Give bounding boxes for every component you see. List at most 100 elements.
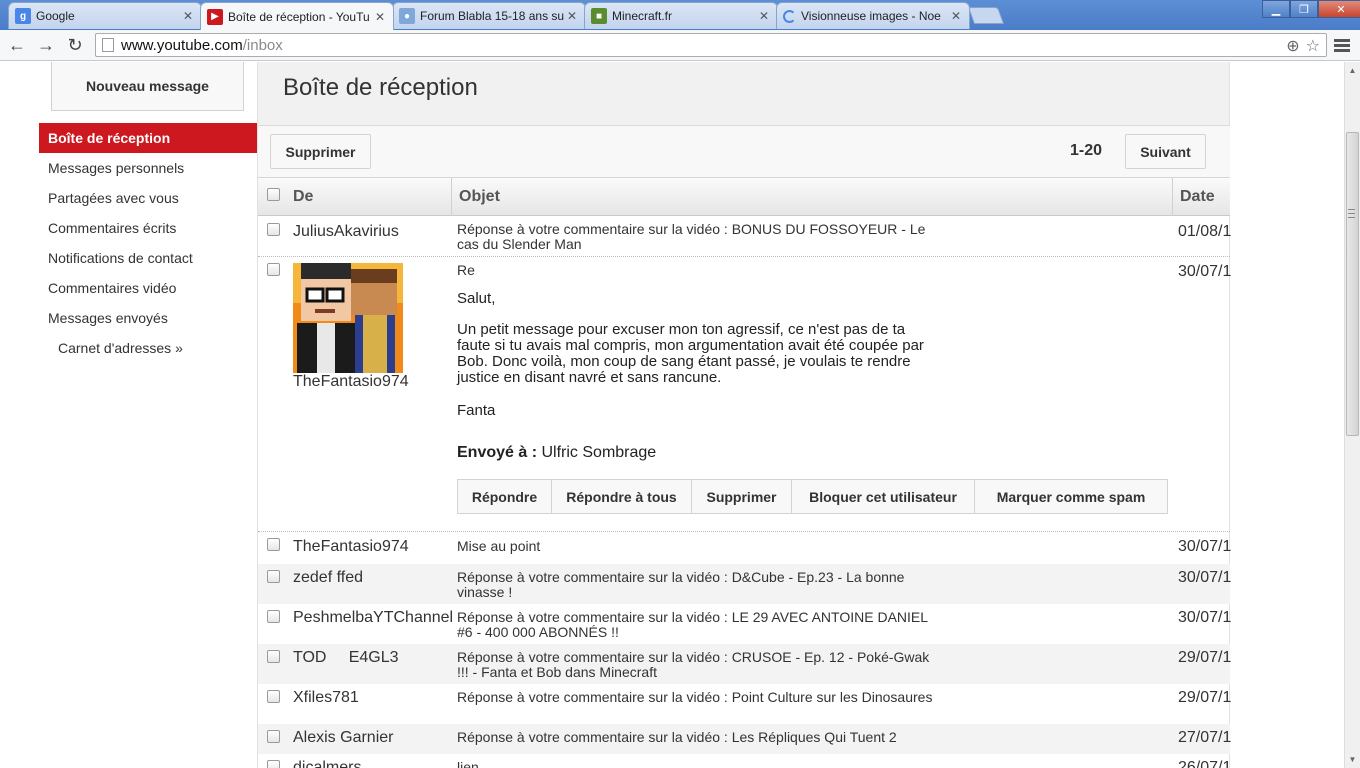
page-scrollbar[interactable]: ▲ ▼ <box>1344 62 1360 768</box>
row-checkbox[interactable] <box>267 730 280 743</box>
expanded-message: TheFantasio974 Re 30/07/1 Salut, Un peti… <box>258 256 1231 532</box>
sidebar-item-video-comments[interactable]: Commentaires vidéo <box>39 273 257 303</box>
sidebar: Nouveau message Boîte de réception Messa… <box>0 62 257 768</box>
row-subject[interactable]: Réponse à votre commentaire sur la vidéo… <box>457 650 937 680</box>
window-controls: ▁ ❐ ✕ <box>1262 0 1360 18</box>
column-date[interactable]: Date <box>1172 178 1230 216</box>
table-row[interactable]: Xfiles781 Réponse à votre commentaire su… <box>258 684 1231 724</box>
row-from[interactable]: TOD E4GL3 <box>293 649 399 667</box>
row-date: 30/07/1 <box>1178 609 1232 626</box>
forum-favicon-icon: ● <box>399 8 415 24</box>
tab-forum[interactable]: ● Forum Blabla 15-18 ans su ✕ <box>392 2 586 29</box>
scroll-up-icon[interactable]: ▲ <box>1345 62 1360 78</box>
table-row[interactable]: PeshmelbaYTChannel Réponse à votre comme… <box>258 604 1232 644</box>
next-page-button[interactable]: Suivant <box>1125 134 1206 169</box>
new-tab-button[interactable] <box>967 7 1005 24</box>
tab-inbox[interactable]: ▶ Boîte de réception - YouTu ✕ <box>200 2 394 30</box>
row-checkbox[interactable] <box>267 263 280 276</box>
row-checkbox[interactable] <box>267 570 280 583</box>
table-row[interactable]: JuliusAkavirius Réponse à votre commenta… <box>258 216 1231 256</box>
sidebar-item-written-comments[interactable]: Commentaires écrits <box>39 213 257 243</box>
delete-button[interactable]: Supprimer <box>270 134 371 169</box>
tab-visionneuse[interactable]: Visionneuse images - Noe ✕ <box>776 2 970 29</box>
reply-all-button[interactable]: Répondre à tous <box>552 480 692 513</box>
tab-google[interactable]: g Google ✕ <box>8 2 202 29</box>
row-date: 30/07/1 <box>1178 569 1232 586</box>
bookmark-star-icon[interactable]: ☆ <box>1306 36 1320 56</box>
inbox-panel: Boîte de réception Supprimer 1-20 Suivan… <box>257 62 1232 768</box>
tab-title: Forum Blabla 15-18 ans su <box>420 9 565 23</box>
reload-icon[interactable]: ↻ <box>63 34 87 56</box>
sent-to-recipient[interactable]: Ulfric Sombrage <box>541 444 656 461</box>
new-message-button[interactable]: Nouveau message <box>51 62 244 111</box>
menu-icon[interactable] <box>1334 39 1350 52</box>
forward-arrow-icon[interactable]: → <box>34 34 58 56</box>
url-host: www.youtube.com <box>121 36 243 54</box>
tab-title: Boîte de réception - YouTu <box>228 9 370 24</box>
row-subject[interactable]: Réponse à votre commentaire sur la vidéo… <box>457 730 937 745</box>
row-subject[interactable]: Réponse à votre commentaire sur la vidéo… <box>457 610 937 640</box>
address-bar[interactable]: www.youtube.com/inbox ⊕ ☆ <box>95 33 1327 57</box>
message-actions: Répondre Répondre à tous Supprimer Bloqu… <box>457 479 1168 514</box>
close-icon[interactable]: ✕ <box>757 9 771 23</box>
sidebar-item-sent-messages[interactable]: Messages envoyés <box>39 303 257 333</box>
column-subject[interactable]: Objet <box>451 178 1172 216</box>
row-checkbox[interactable] <box>267 223 280 236</box>
row-from[interactable]: PeshmelbaYTChannel <box>293 609 453 627</box>
row-checkbox[interactable] <box>267 538 280 551</box>
reply-button[interactable]: Répondre <box>458 480 552 513</box>
close-icon[interactable]: ✕ <box>565 9 579 23</box>
block-user-button[interactable]: Bloquer cet utilisateur <box>792 480 975 513</box>
close-icon[interactable]: ✕ <box>949 9 963 23</box>
row-from[interactable]: Xfiles781 <box>293 689 359 707</box>
row-date: 29/07/1 <box>1178 649 1232 666</box>
minimize-icon[interactable]: ▁ <box>1262 0 1290 18</box>
maximize-icon[interactable]: ❐ <box>1290 0 1318 18</box>
sidebar-item-personal-messages[interactable]: Messages personnels <box>39 153 257 183</box>
row-subject[interactable]: Mise au point <box>457 539 937 554</box>
sidebar-item-contact-notifications[interactable]: Notifications de contact <box>39 243 257 273</box>
row-from[interactable]: dicalmers <box>293 759 361 768</box>
column-from[interactable]: De <box>286 178 451 216</box>
sidebar-item-shared[interactable]: Partagées avec vous <box>39 183 257 213</box>
table-row[interactable]: dicalmers lien 26/07/1 <box>258 754 1231 768</box>
row-from[interactable]: Alexis Garnier <box>293 729 393 747</box>
row-from[interactable]: TheFantasio974 <box>293 373 409 391</box>
tab-title: Minecraft.fr <box>612 9 673 23</box>
table-row[interactable]: zedef ffed Réponse à votre commentaire s… <box>258 564 1232 604</box>
url-path: /inbox <box>242 36 283 54</box>
mark-spam-button[interactable]: Marquer comme spam <box>975 480 1167 513</box>
select-all-checkbox[interactable] <box>267 188 280 201</box>
row-from[interactable]: zedef ffed <box>293 569 363 587</box>
youtube-favicon-icon: ▶ <box>207 8 223 25</box>
close-icon[interactable]: ✕ <box>373 10 387 24</box>
minecraft-favicon-icon: ■ <box>591 8 607 24</box>
table-header: De Objet Date <box>258 177 1230 216</box>
sidebar-item-inbox[interactable]: Boîte de réception <box>39 123 257 153</box>
sidebar-item-address-book[interactable]: Carnet d'adresses » <box>39 333 257 363</box>
avatar[interactable] <box>293 263 403 373</box>
tab-minecraft[interactable]: ■ Minecraft.fr ✕ <box>584 2 778 29</box>
row-checkbox[interactable] <box>267 760 280 768</box>
row-subject[interactable]: Réponse à votre commentaire sur la vidéo… <box>457 570 937 600</box>
row-checkbox[interactable] <box>267 610 280 623</box>
delete-message-button[interactable]: Supprimer <box>692 480 792 513</box>
row-subject[interactable]: Réponse à votre commentaire sur la vidéo… <box>457 222 937 252</box>
zoom-icon[interactable]: ⊕ <box>1286 36 1299 56</box>
row-checkbox[interactable] <box>267 650 280 663</box>
table-row[interactable]: TheFantasio974 Mise au point 30/07/1 <box>258 532 1231 564</box>
table-row[interactable]: TOD E4GL3 Réponse à votre commentaire su… <box>258 644 1232 684</box>
table-row[interactable]: Alexis Garnier Réponse à votre commentai… <box>258 724 1231 754</box>
scroll-down-icon[interactable]: ▼ <box>1345 751 1360 767</box>
back-arrow-icon[interactable]: ← <box>5 34 29 56</box>
scrollbar-thumb[interactable] <box>1346 132 1359 436</box>
row-subject[interactable]: lien <box>457 760 937 768</box>
page-header: Boîte de réception <box>258 62 1229 126</box>
page-icon <box>102 38 114 52</box>
close-icon[interactable]: ✕ <box>181 9 195 23</box>
row-from[interactable]: TheFantasio974 <box>293 538 409 556</box>
window-close-icon[interactable]: ✕ <box>1318 0 1360 18</box>
row-checkbox[interactable] <box>267 690 280 703</box>
row-from[interactable]: JuliusAkavirius <box>293 223 399 241</box>
row-subject[interactable]: Réponse à votre commentaire sur la vidéo… <box>457 690 937 705</box>
